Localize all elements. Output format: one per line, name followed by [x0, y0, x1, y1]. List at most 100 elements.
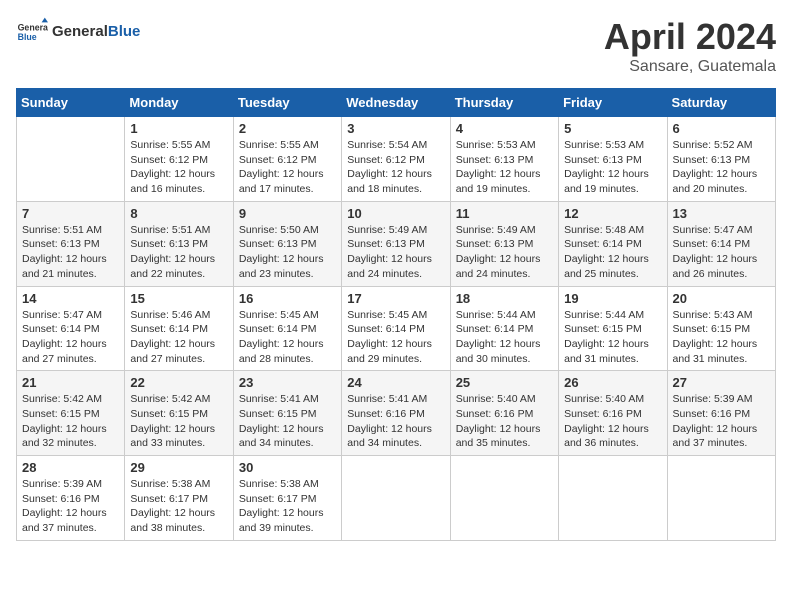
day-number: 1 — [130, 121, 227, 136]
day-info: Sunrise: 5:47 AMSunset: 6:14 PMDaylight:… — [22, 308, 119, 367]
day-info: Sunrise: 5:52 AMSunset: 6:13 PMDaylight:… — [673, 138, 770, 197]
week-row-5: 28 Sunrise: 5:39 AMSunset: 6:16 PMDaylig… — [17, 456, 776, 541]
calendar-cell: 30 Sunrise: 5:38 AMSunset: 6:17 PMDaylig… — [233, 456, 341, 541]
day-info: Sunrise: 5:46 AMSunset: 6:14 PMDaylight:… — [130, 308, 227, 367]
day-number: 24 — [347, 375, 444, 390]
day-number: 30 — [239, 460, 336, 475]
day-number: 5 — [564, 121, 661, 136]
week-row-3: 14 Sunrise: 5:47 AMSunset: 6:14 PMDaylig… — [17, 286, 776, 371]
calendar-cell: 15 Sunrise: 5:46 AMSunset: 6:14 PMDaylig… — [125, 286, 233, 371]
calendar-cell: 29 Sunrise: 5:38 AMSunset: 6:17 PMDaylig… — [125, 456, 233, 541]
weekday-header-monday: Monday — [125, 89, 233, 117]
day-info: Sunrise: 5:49 AMSunset: 6:13 PMDaylight:… — [347, 223, 444, 282]
day-info: Sunrise: 5:48 AMSunset: 6:14 PMDaylight:… — [564, 223, 661, 282]
day-number: 13 — [673, 206, 770, 221]
calendar-cell: 24 Sunrise: 5:41 AMSunset: 6:16 PMDaylig… — [342, 371, 450, 456]
calendar-cell: 18 Sunrise: 5:44 AMSunset: 6:14 PMDaylig… — [450, 286, 558, 371]
day-info: Sunrise: 5:41 AMSunset: 6:16 PMDaylight:… — [347, 392, 444, 451]
day-number: 11 — [456, 206, 553, 221]
logo: General Blue GeneralBlue — [16, 16, 140, 48]
weekday-header-wednesday: Wednesday — [342, 89, 450, 117]
general-blue-logo-icon: General Blue — [16, 16, 48, 48]
calendar-cell: 10 Sunrise: 5:49 AMSunset: 6:13 PMDaylig… — [342, 201, 450, 286]
calendar-cell: 19 Sunrise: 5:44 AMSunset: 6:15 PMDaylig… — [559, 286, 667, 371]
day-info: Sunrise: 5:42 AMSunset: 6:15 PMDaylight:… — [22, 392, 119, 451]
day-number: 21 — [22, 375, 119, 390]
calendar-cell: 11 Sunrise: 5:49 AMSunset: 6:13 PMDaylig… — [450, 201, 558, 286]
calendar-cell: 21 Sunrise: 5:42 AMSunset: 6:15 PMDaylig… — [17, 371, 125, 456]
calendar-cell: 17 Sunrise: 5:45 AMSunset: 6:14 PMDaylig… — [342, 286, 450, 371]
calendar-cell — [450, 456, 558, 541]
calendar-cell: 9 Sunrise: 5:50 AMSunset: 6:13 PMDayligh… — [233, 201, 341, 286]
calendar-cell: 16 Sunrise: 5:45 AMSunset: 6:14 PMDaylig… — [233, 286, 341, 371]
day-number: 15 — [130, 291, 227, 306]
day-number: 9 — [239, 206, 336, 221]
logo-text: GeneralBlue — [52, 24, 140, 41]
calendar-cell: 1 Sunrise: 5:55 AMSunset: 6:12 PMDayligh… — [125, 117, 233, 202]
calendar-table: SundayMondayTuesdayWednesdayThursdayFrid… — [16, 88, 776, 541]
day-number: 25 — [456, 375, 553, 390]
day-number: 7 — [22, 206, 119, 221]
day-info: Sunrise: 5:44 AMSunset: 6:15 PMDaylight:… — [564, 308, 661, 367]
weekday-header-saturday: Saturday — [667, 89, 775, 117]
header: General Blue GeneralBlue April 2024 Sans… — [16, 16, 776, 76]
day-info: Sunrise: 5:51 AMSunset: 6:13 PMDaylight:… — [22, 223, 119, 282]
day-info: Sunrise: 5:40 AMSunset: 6:16 PMDaylight:… — [456, 392, 553, 451]
day-info: Sunrise: 5:42 AMSunset: 6:15 PMDaylight:… — [130, 392, 227, 451]
calendar-cell: 26 Sunrise: 5:40 AMSunset: 6:16 PMDaylig… — [559, 371, 667, 456]
calendar-cell — [667, 456, 775, 541]
day-number: 10 — [347, 206, 444, 221]
calendar-cell: 3 Sunrise: 5:54 AMSunset: 6:12 PMDayligh… — [342, 117, 450, 202]
day-info: Sunrise: 5:55 AMSunset: 6:12 PMDaylight:… — [239, 138, 336, 197]
day-number: 27 — [673, 375, 770, 390]
day-info: Sunrise: 5:53 AMSunset: 6:13 PMDaylight:… — [456, 138, 553, 197]
day-info: Sunrise: 5:53 AMSunset: 6:13 PMDaylight:… — [564, 138, 661, 197]
calendar-cell — [17, 117, 125, 202]
calendar-cell: 8 Sunrise: 5:51 AMSunset: 6:13 PMDayligh… — [125, 201, 233, 286]
week-row-1: 1 Sunrise: 5:55 AMSunset: 6:12 PMDayligh… — [17, 117, 776, 202]
calendar-cell — [342, 456, 450, 541]
calendar-cell: 4 Sunrise: 5:53 AMSunset: 6:13 PMDayligh… — [450, 117, 558, 202]
day-number: 3 — [347, 121, 444, 136]
day-info: Sunrise: 5:43 AMSunset: 6:15 PMDaylight:… — [673, 308, 770, 367]
day-number: 26 — [564, 375, 661, 390]
day-number: 28 — [22, 460, 119, 475]
day-info: Sunrise: 5:40 AMSunset: 6:16 PMDaylight:… — [564, 392, 661, 451]
calendar-cell: 23 Sunrise: 5:41 AMSunset: 6:15 PMDaylig… — [233, 371, 341, 456]
calendar-cell: 20 Sunrise: 5:43 AMSunset: 6:15 PMDaylig… — [667, 286, 775, 371]
week-row-2: 7 Sunrise: 5:51 AMSunset: 6:13 PMDayligh… — [17, 201, 776, 286]
calendar-cell: 7 Sunrise: 5:51 AMSunset: 6:13 PMDayligh… — [17, 201, 125, 286]
month-title: April 2024 — [604, 16, 776, 58]
day-info: Sunrise: 5:49 AMSunset: 6:13 PMDaylight:… — [456, 223, 553, 282]
day-number: 23 — [239, 375, 336, 390]
day-info: Sunrise: 5:54 AMSunset: 6:12 PMDaylight:… — [347, 138, 444, 197]
calendar-cell: 5 Sunrise: 5:53 AMSunset: 6:13 PMDayligh… — [559, 117, 667, 202]
day-info: Sunrise: 5:50 AMSunset: 6:13 PMDaylight:… — [239, 223, 336, 282]
svg-text:Blue: Blue — [18, 32, 37, 42]
title-area: April 2024 Sansare, Guatemala — [604, 16, 776, 76]
day-number: 17 — [347, 291, 444, 306]
week-row-4: 21 Sunrise: 5:42 AMSunset: 6:15 PMDaylig… — [17, 371, 776, 456]
weekday-header-row: SundayMondayTuesdayWednesdayThursdayFrid… — [17, 89, 776, 117]
calendar-cell: 22 Sunrise: 5:42 AMSunset: 6:15 PMDaylig… — [125, 371, 233, 456]
calendar-cell: 12 Sunrise: 5:48 AMSunset: 6:14 PMDaylig… — [559, 201, 667, 286]
weekday-header-tuesday: Tuesday — [233, 89, 341, 117]
day-number: 14 — [22, 291, 119, 306]
calendar-cell: 27 Sunrise: 5:39 AMSunset: 6:16 PMDaylig… — [667, 371, 775, 456]
day-info: Sunrise: 5:45 AMSunset: 6:14 PMDaylight:… — [239, 308, 336, 367]
day-number: 20 — [673, 291, 770, 306]
day-number: 16 — [239, 291, 336, 306]
weekday-header-sunday: Sunday — [17, 89, 125, 117]
day-info: Sunrise: 5:39 AMSunset: 6:16 PMDaylight:… — [22, 477, 119, 536]
day-number: 29 — [130, 460, 227, 475]
svg-text:General: General — [18, 22, 48, 32]
day-number: 8 — [130, 206, 227, 221]
calendar-cell: 13 Sunrise: 5:47 AMSunset: 6:14 PMDaylig… — [667, 201, 775, 286]
weekday-header-friday: Friday — [559, 89, 667, 117]
day-info: Sunrise: 5:51 AMSunset: 6:13 PMDaylight:… — [130, 223, 227, 282]
day-number: 2 — [239, 121, 336, 136]
calendar-cell: 25 Sunrise: 5:40 AMSunset: 6:16 PMDaylig… — [450, 371, 558, 456]
calendar-cell — [559, 456, 667, 541]
calendar-cell: 6 Sunrise: 5:52 AMSunset: 6:13 PMDayligh… — [667, 117, 775, 202]
day-info: Sunrise: 5:39 AMSunset: 6:16 PMDaylight:… — [673, 392, 770, 451]
